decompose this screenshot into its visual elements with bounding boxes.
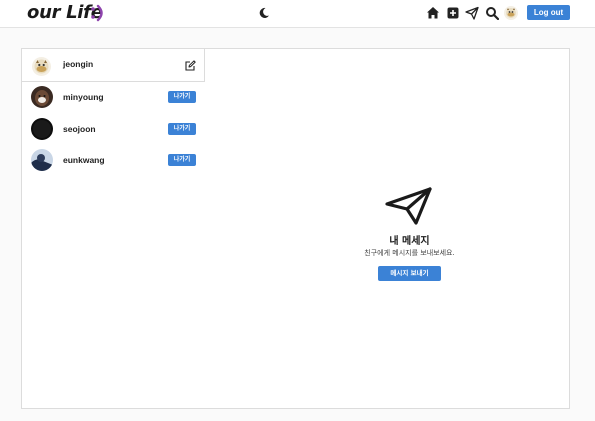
user-avatar <box>32 57 51 76</box>
friend-avatar <box>31 149 53 171</box>
profile-avatar[interactable] <box>504 6 518 20</box>
friend-username: eunkwang <box>63 155 105 165</box>
top-navbar: our Life Log out <box>0 0 595 28</box>
logout-button[interactable]: Log out <box>527 5 570 20</box>
messages-panel: jeongin minyoung 나가기 seojoon 나가기 eunkwan… <box>21 48 570 409</box>
conversation-item[interactable]: seojoon 나가기 <box>22 115 205 145</box>
compose-edit-icon[interactable] <box>184 60 196 72</box>
friend-username: seojoon <box>63 124 96 134</box>
conversation-item[interactable]: eunkwang 나가기 <box>22 146 205 176</box>
current-username: jeongin <box>63 59 94 69</box>
conversation-sidebar: jeongin minyoung 나가기 seojoon 나가기 eunkwan… <box>22 49 205 408</box>
smile-icon <box>91 4 103 22</box>
leave-button[interactable]: 나가기 <box>168 123 196 135</box>
search-icon[interactable] <box>485 6 499 20</box>
direct-message-icon[interactable] <box>465 6 479 20</box>
friend-username: minyoung <box>63 92 104 102</box>
leave-button[interactable]: 나가기 <box>168 91 196 103</box>
send-message-button[interactable]: 메시지 보내기 <box>378 266 441 281</box>
conversation-item[interactable]: minyoung 나가기 <box>22 83 205 113</box>
paper-plane-icon <box>385 187 432 225</box>
friend-avatar <box>31 86 53 108</box>
friend-avatar <box>31 118 53 140</box>
empty-subtitle: 친구에게 메시지를 보내보세요. <box>364 249 455 257</box>
new-post-icon[interactable] <box>446 6 460 20</box>
empty-title: 내 메세지 <box>389 236 430 247</box>
theme-moon-icon[interactable] <box>258 7 270 19</box>
leave-button[interactable]: 나가기 <box>168 154 196 166</box>
home-icon[interactable] <box>426 6 440 20</box>
current-user-row: jeongin <box>22 49 205 82</box>
